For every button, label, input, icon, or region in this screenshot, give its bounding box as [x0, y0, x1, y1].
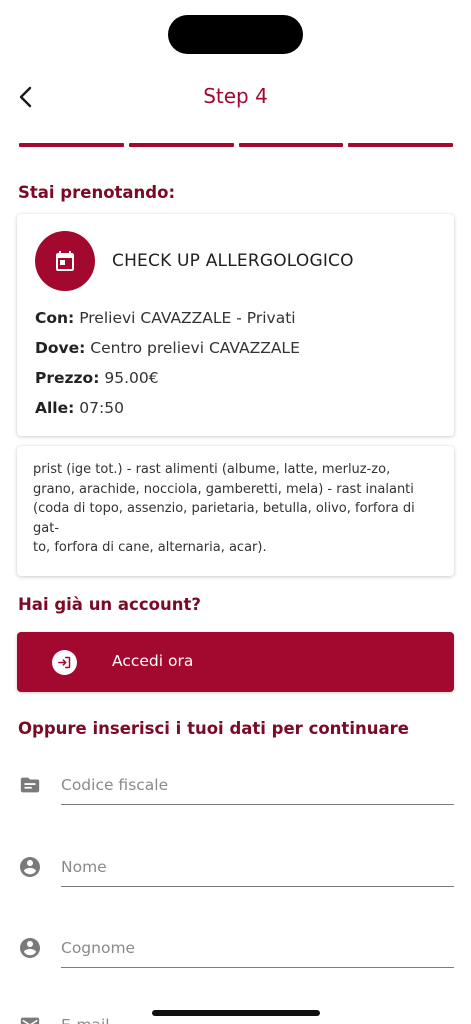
codice-fiscale-field: [18, 765, 454, 825]
device-notch: [168, 15, 303, 54]
progress-segment-1: [19, 143, 124, 147]
dove-label: Dove:: [35, 339, 86, 357]
booking-summary-card: CHECK UP ALLERGOLOGICO Con: Prelievi CAV…: [17, 214, 454, 436]
codice-fiscale-input[interactable]: [61, 765, 454, 805]
prezzo-label: Prezzo:: [35, 369, 100, 387]
header: Step 4: [0, 74, 471, 120]
nome-field: [18, 847, 454, 907]
description-line: grano, arachide, nocciola, gamberetti, m…: [33, 481, 414, 497]
description-line: (coda di topo, assenzio, parietaria, bet…: [33, 501, 415, 516]
cognome-field: [18, 928, 454, 988]
service-name: CHECK UP ALLERGOLOGICO: [112, 251, 354, 271]
info-row-prezzo: Prezzo: 95.00€: [35, 369, 159, 387]
alle-value: 07:50: [79, 399, 124, 417]
account-circle-icon: [18, 936, 42, 960]
login-icon-badge: [52, 650, 77, 675]
progress-segment-3: [238, 143, 344, 147]
con-value: Prelievi CAVAZZALE - Privati: [79, 309, 296, 327]
calendar-icon: [56, 251, 74, 271]
login-button-label: Accedi ora: [112, 652, 194, 670]
progress-segment-2: [128, 143, 234, 147]
progress-segment-4: [348, 143, 453, 147]
description-line: gat-: [33, 520, 60, 536]
step-progress-bar: [19, 143, 453, 147]
description-line: prist (ige tot.) - rast alimenti (albume…: [33, 462, 391, 477]
email-icon: [18, 1013, 42, 1024]
cognome-input[interactable]: [61, 928, 454, 968]
description-line: to, forfora di cane, alternaria, acar).: [33, 540, 267, 555]
calendar-badge: [35, 231, 95, 291]
con-label: Con:: [35, 309, 75, 327]
login-icon: [58, 656, 71, 669]
account-circle-icon: [18, 855, 42, 879]
info-row-dove: Dove: Centro prelievi CAVAZZALE: [35, 339, 300, 357]
alle-label: Alle:: [35, 399, 75, 417]
nome-input[interactable]: [61, 847, 454, 887]
home-indicator: [152, 1010, 320, 1016]
booking-section-title: Stai prenotando:: [18, 183, 176, 202]
dove-value: Centro prelievi CAVAZZALE: [90, 339, 300, 357]
info-row-con: Con: Prelievi CAVAZZALE - Privati: [35, 309, 296, 327]
account-section-title: Hai già un account?: [18, 595, 201, 614]
form-section-title: Oppure inserisci i tuoi dati per continu…: [18, 719, 409, 738]
login-button[interactable]: Accedi ora: [17, 632, 454, 692]
prezzo-value: 95.00€: [104, 369, 159, 387]
folder-icon: [18, 773, 42, 797]
info-row-alle: Alle: 07:50: [35, 399, 124, 417]
service-description-card: prist (ige tot.) - rast alimenti (albume…: [17, 446, 454, 576]
page-title: Step 4: [203, 84, 268, 108]
